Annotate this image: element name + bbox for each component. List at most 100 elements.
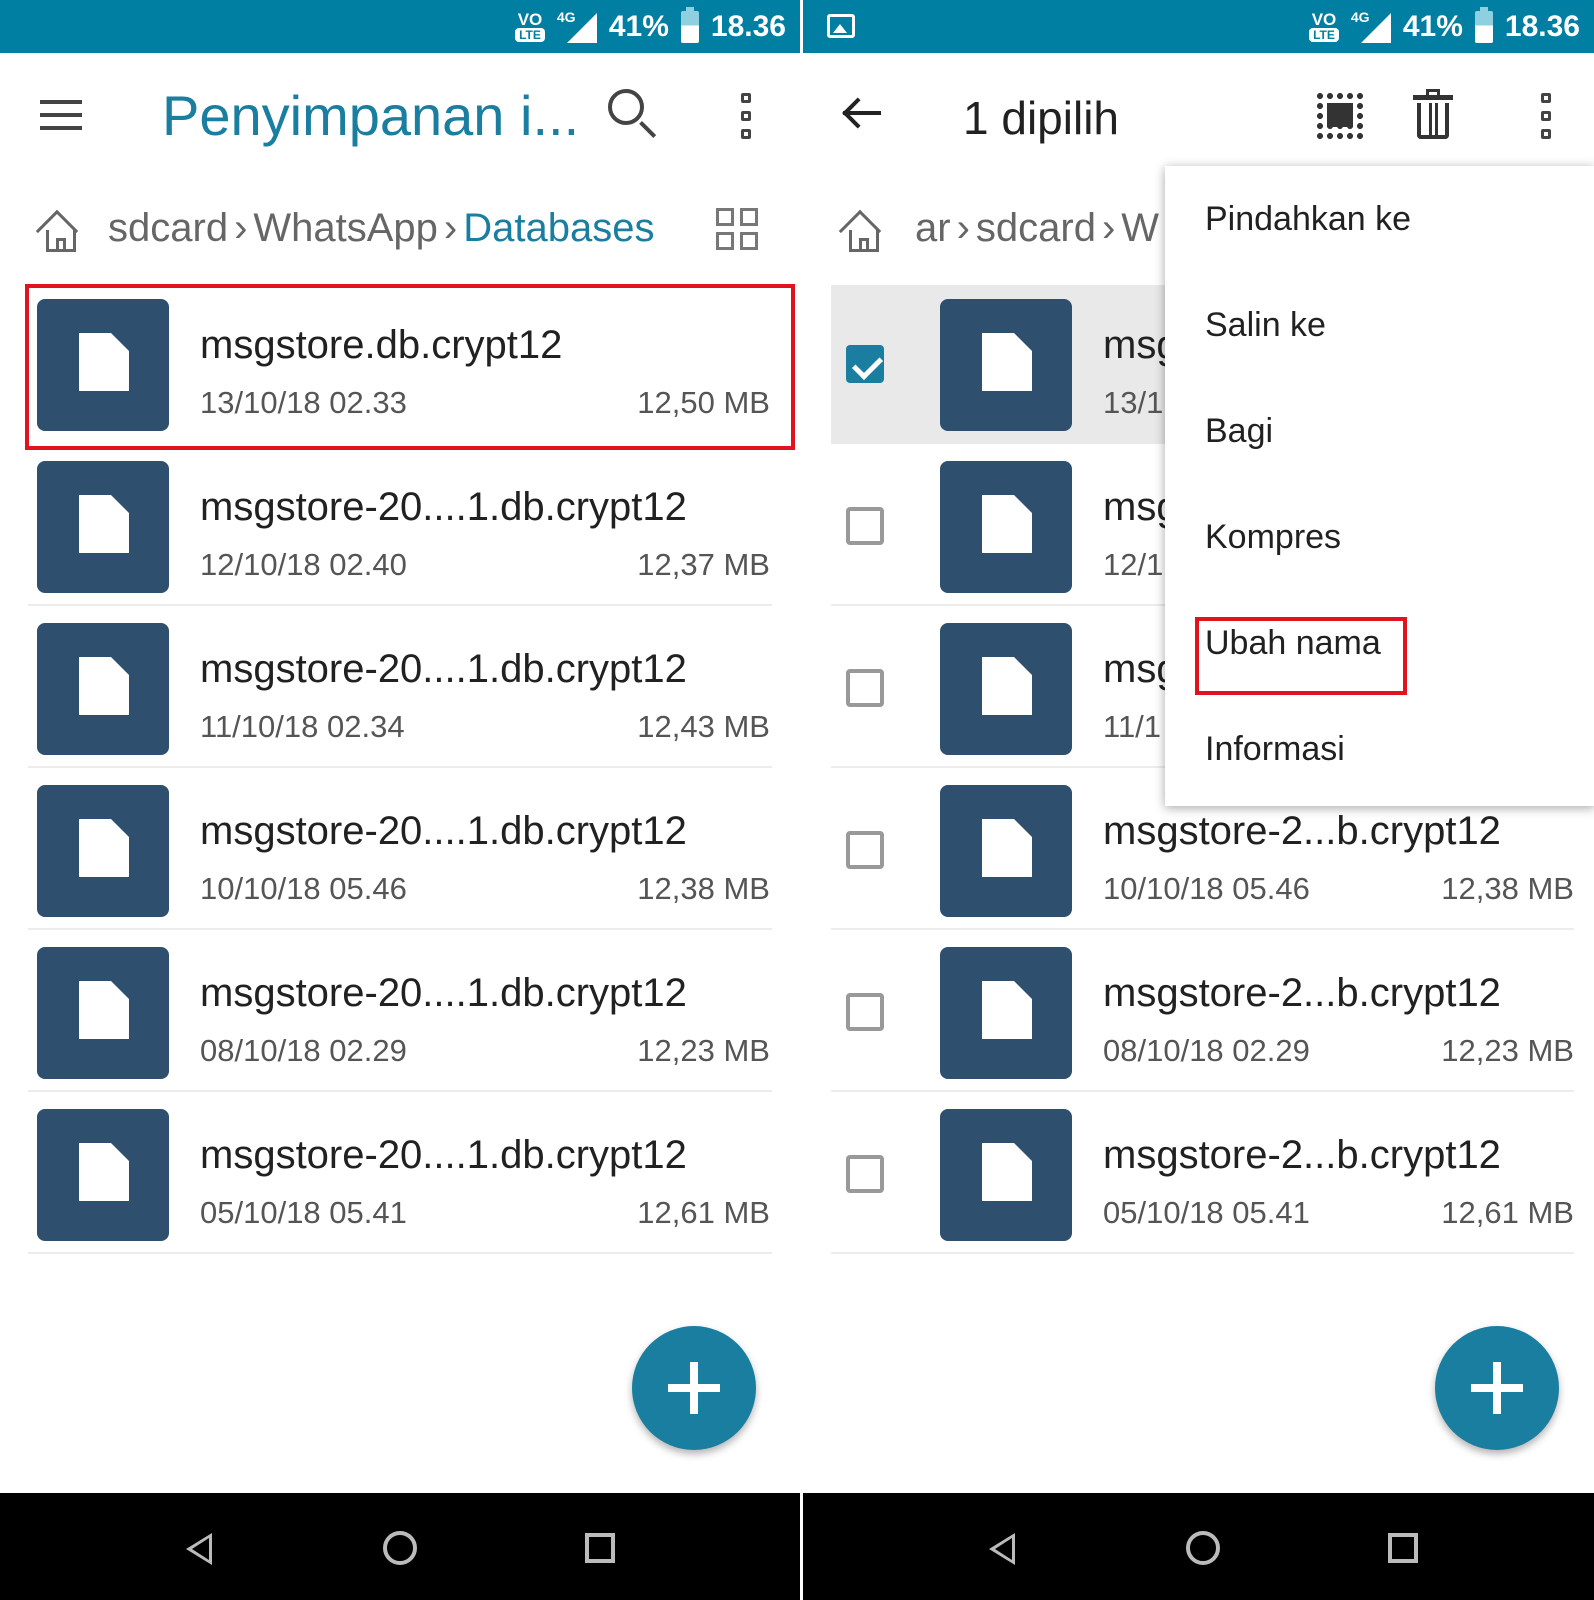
battery-icon	[1474, 6, 1493, 43]
file-date: 10/10/18 05.46	[200, 871, 407, 906]
battery-percent: 41%	[608, 9, 669, 43]
status-bar: VO LTE 4G 41% 18.36	[803, 0, 1594, 53]
context-menu: Pindahkan ke Salin ke Bagi Kompres Ubah …	[1165, 166, 1594, 806]
row-checkbox[interactable]	[846, 345, 884, 383]
breadcrumb-item[interactable]: ar	[915, 206, 951, 250]
file-icon	[37, 623, 169, 755]
grid-view-icon[interactable]	[716, 208, 762, 254]
file-icon	[37, 461, 169, 593]
file-icon	[940, 785, 1072, 917]
file-row[interactable]: msgstore-2...b.crypt12 08/10/18 02.29 12…	[803, 933, 1594, 1092]
signal-icon: 4G	[557, 9, 597, 45]
file-row[interactable]: msgstore-2...b.crypt12 05/10/18 05.41 12…	[803, 1095, 1594, 1254]
add-button[interactable]	[1435, 1326, 1559, 1450]
nav-recent-icon[interactable]	[585, 1533, 615, 1563]
highlight-box	[1195, 617, 1407, 695]
chevron-right-icon: ›	[234, 206, 248, 250]
file-name: msgstore-20....1.db.crypt12	[200, 1133, 687, 1177]
file-size: 12,61 MB	[637, 1195, 770, 1230]
file-size: 12,23 MB	[1441, 1033, 1574, 1068]
breadcrumb-item-whatsapp[interactable]: WhatsApp	[253, 206, 438, 250]
file-icon	[940, 1109, 1072, 1241]
chevron-right-icon: ›	[443, 206, 458, 250]
file-date: 08/10/18 02.29	[200, 1033, 407, 1068]
file-name: msgstore-20....1.db.crypt12	[200, 485, 687, 529]
file-date: 13/1	[1103, 385, 1164, 420]
menu-item-move[interactable]: Pindahkan ke	[1165, 166, 1594, 272]
trash-icon[interactable]	[1413, 89, 1453, 141]
right-screen: VO LTE 4G 41% 18.36 1 dipilih ar › sdcar…	[803, 0, 1594, 1600]
row-checkbox[interactable]	[846, 669, 884, 707]
status-bar: VO LTE 4G 41% 18.36	[0, 0, 800, 53]
menu-item-info[interactable]: Informasi	[1165, 696, 1594, 802]
signal-icon: 4G	[1351, 9, 1391, 45]
file-date: 11/10/18 02.34	[200, 709, 405, 744]
file-size: 12,61 MB	[1441, 1195, 1574, 1230]
nav-home-icon[interactable]	[1186, 1531, 1220, 1565]
search-icon[interactable]	[608, 89, 658, 139]
row-checkbox[interactable]	[846, 1155, 884, 1193]
file-name: msgstore-20....1.db.crypt12	[200, 971, 687, 1015]
file-size: 12,38 MB	[637, 871, 770, 906]
file-row[interactable]: msgstore-20....1.db.crypt12 08/10/18 02.…	[0, 933, 800, 1092]
nav-home-icon[interactable]	[383, 1531, 417, 1565]
selection-toolbar: 1 dipilih	[803, 53, 1594, 178]
row-checkbox[interactable]	[846, 993, 884, 1031]
nav-back-icon[interactable]	[989, 1533, 1015, 1565]
file-name: msgstore-20....1.db.crypt12	[200, 647, 687, 691]
nav-back-icon[interactable]	[186, 1533, 212, 1565]
add-button[interactable]	[632, 1326, 756, 1450]
menu-item-share[interactable]: Bagi	[1165, 378, 1594, 484]
breadcrumb-item-databases[interactable]: Databases	[463, 206, 654, 250]
lte-label: LTE	[1309, 28, 1339, 42]
volte-icon: VO LTE	[1309, 11, 1339, 42]
file-icon	[940, 461, 1072, 593]
nav-recent-icon[interactable]	[1388, 1533, 1418, 1563]
chevron-right-icon: ›	[1101, 206, 1116, 250]
file-row[interactable]: msgstore-20....1.db.crypt12 11/10/18 02.…	[0, 609, 800, 768]
file-date: 11/1	[1103, 709, 1162, 744]
more-vert-icon[interactable]	[741, 93, 751, 139]
file-icon	[37, 785, 169, 917]
file-row[interactable]: msgstore-20....1.db.crypt12 12/10/18 02.…	[0, 447, 800, 606]
file-icon	[940, 299, 1072, 431]
row-checkbox[interactable]	[846, 507, 884, 545]
menu-icon[interactable]	[40, 100, 84, 130]
breadcrumb-path: sdcard › WhatsApp › Databases	[108, 206, 654, 251]
back-arrow-icon[interactable]	[839, 93, 883, 133]
file-row[interactable]: msgstore-20....1.db.crypt12 05/10/18 05.…	[0, 1095, 800, 1254]
more-vert-icon[interactable]	[1541, 93, 1551, 139]
lte-label: LTE	[515, 28, 545, 42]
file-row[interactable]: msgstore-20....1.db.crypt12 10/10/18 05.…	[0, 771, 800, 930]
image-notification-icon	[827, 14, 855, 38]
file-size: 12,23 MB	[637, 1033, 770, 1068]
breadcrumb-path: ar › sdcard › W	[915, 206, 1159, 251]
menu-item-copy[interactable]: Salin ke	[1165, 272, 1594, 378]
home-icon[interactable]	[35, 208, 82, 253]
volte-label: VO	[1311, 10, 1337, 29]
file-size: 12,38 MB	[1441, 871, 1574, 906]
breadcrumb: sdcard › WhatsApp › Databases	[0, 190, 800, 270]
home-icon[interactable]	[838, 208, 885, 253]
file-date: 12/1	[1103, 547, 1164, 582]
breadcrumb-item-sdcard[interactable]: sdcard	[108, 206, 228, 250]
clock: 18.36	[710, 9, 786, 43]
highlight-box	[25, 284, 795, 450]
selected-count: 1 dipilih	[963, 92, 1119, 144]
chevron-right-icon: ›	[956, 206, 970, 250]
app-toolbar: Penyimpanan i...	[0, 53, 800, 178]
volte-icon: VO LTE	[515, 11, 545, 42]
file-icon	[940, 623, 1072, 755]
file-icon	[37, 947, 169, 1079]
left-screen: VO LTE 4G 41% 18.36 Penyimpanan i... sdc…	[0, 0, 800, 1600]
navigation-bar	[0, 1493, 800, 1600]
navigation-bar	[803, 1493, 1594, 1600]
row-checkbox[interactable]	[846, 831, 884, 869]
breadcrumb-item-sdcard[interactable]: sdcard	[976, 206, 1096, 250]
menu-item-compress[interactable]: Kompres	[1165, 484, 1594, 590]
file-size: 12,37 MB	[637, 547, 770, 582]
breadcrumb-item[interactable]: W	[1121, 206, 1159, 250]
battery-percent: 41%	[1402, 9, 1463, 43]
select-all-icon[interactable]	[1315, 91, 1365, 139]
file-name: msgstore-2...b.crypt12	[1103, 809, 1501, 853]
